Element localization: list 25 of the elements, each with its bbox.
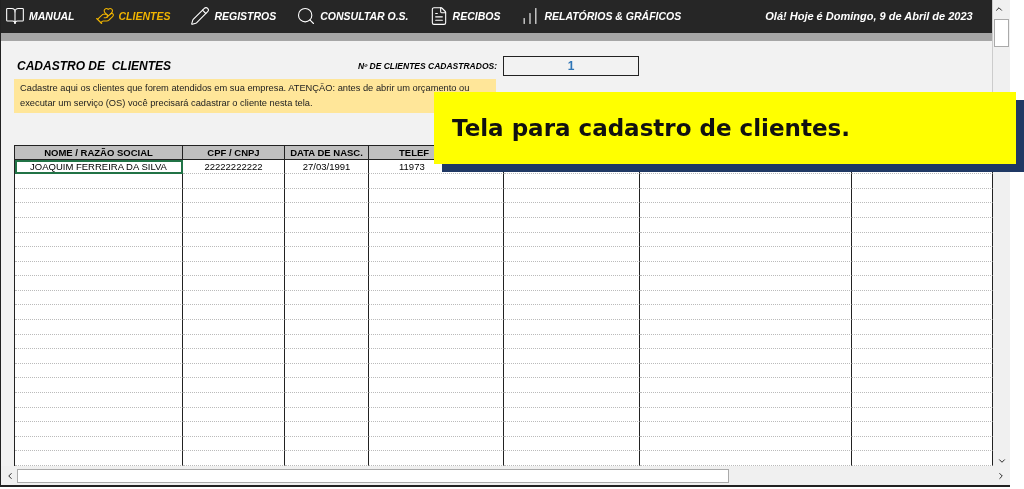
hand-heart-icon xyxy=(94,6,115,27)
nav-item[interactable]: RECIBOS xyxy=(428,6,501,27)
scroll-thumb[interactable] xyxy=(994,19,1009,47)
client-count: 1 xyxy=(503,55,639,76)
column-header: CPF / CNPJ xyxy=(183,144,285,160)
pencil-icon xyxy=(190,6,211,27)
horizontal-scrollbar[interactable] xyxy=(1,466,1010,485)
book-icon xyxy=(5,6,25,27)
page-title: CADASTRO DE CLIENTES xyxy=(17,58,172,73)
arrow-right-icon[interactable] xyxy=(996,470,1006,481)
search-icon xyxy=(296,6,317,27)
nav-item[interactable]: CONSULTAR O.S. xyxy=(296,6,409,27)
column-header: NOME / RAZÃO SOCIAL xyxy=(15,144,183,160)
column-header: DATA DE NASC. xyxy=(285,144,369,160)
arrow-left-icon[interactable] xyxy=(5,470,15,481)
nav-item[interactable]: MANUAL xyxy=(5,6,75,27)
count-label: Nº DE CLIENTES CADASTRADOS: xyxy=(357,60,497,71)
nav-item[interactable]: RELATÓRIOS & GRÁFICOS xyxy=(520,6,682,27)
notice-text: Cadastre aqui os clientes que forem atendidos em sua empresa. ATENÇÃO: antes de abrir um orçamento ou executar um serviço (OS) você precisará cadastrar o cliente nesta tela. xyxy=(14,78,496,113)
nav-item[interactable]: CLIENTES xyxy=(94,6,171,27)
arrow-down-icon[interactable] xyxy=(996,456,1007,466)
scroll-thumb[interactable] xyxy=(17,468,729,483)
arrow-up-icon[interactable] xyxy=(994,4,1004,14)
nav-item[interactable]: REGISTROS xyxy=(190,6,277,27)
greeting-text: Olá! Hoje é Domingo, 9 de Abril de 2023 xyxy=(765,10,973,23)
